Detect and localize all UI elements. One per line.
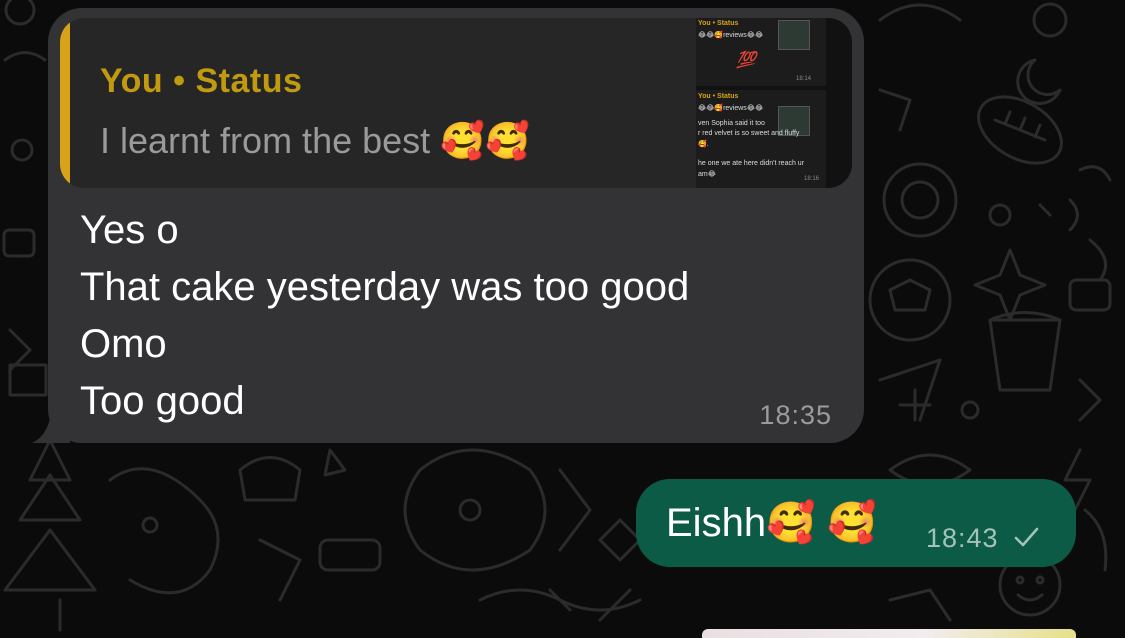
thumbnail-top-panel: You • Status 😂😂🥰reviews😂😂 💯 18:14 — [696, 18, 826, 86]
status-reply-quote[interactable]: You • Status I learnt from the best 🥰🥰 Y… — [60, 18, 852, 188]
outgoing-message-time: 18:43 — [926, 523, 999, 553]
thumbnail-bottom-line: 😂😂🥰reviews😂😂 — [698, 105, 764, 112]
thumbnail-bottom-text-4: he one we ate here didn't reach ur — [698, 160, 805, 167]
outgoing-message-bubble[interactable]: Eishh🥰 🥰 18:43 — [636, 479, 1076, 567]
thumbnail-top-mini-preview — [778, 20, 810, 50]
thumbnail-bottom-time: 18:16 — [804, 176, 820, 182]
thumbnail-top-time: 18:14 — [796, 76, 812, 82]
thumbnail-bottom-title: You • Status — [698, 93, 739, 100]
quote-author: You • Status — [100, 62, 303, 100]
message-line-4: Too good — [80, 379, 245, 423]
message-line-2: That cake yesterday was too good — [80, 265, 690, 309]
quote-text: I learnt from the best 🥰🥰 — [100, 120, 530, 161]
message-line-1: Yes o — [80, 208, 179, 252]
single-check-icon — [1014, 527, 1039, 547]
incoming-message-bubble[interactable]: You • Status I learnt from the best 🥰🥰 Y… — [48, 8, 864, 443]
thumbnail-bottom-text-3: 🥰. — [698, 141, 709, 148]
message-line-3: Omo — [80, 322, 167, 366]
thumbnail-top-title: You • Status — [698, 20, 739, 27]
thumbnail-top-line: 😂😂🥰reviews😂😂 — [698, 32, 764, 39]
hundred-points-icon: 💯 — [736, 52, 756, 69]
status-thumbnail[interactable]: You • Status 😂😂🥰reviews😂😂 💯 18:14 You • … — [696, 18, 852, 188]
thumbnail-bottom-panel: You • Status 😂😂🥰reviews😂😂 ven Sophia sai… — [696, 90, 826, 188]
thumbnail-bottom-text-1: ven Sophia said it too — [698, 120, 765, 127]
thumbnail-bottom-text-2: r red velvet is so sweet and fluffy — [698, 130, 800, 137]
incoming-message-time: 18:35 — [759, 400, 832, 430]
quote-accent-bar — [60, 18, 70, 188]
thumbnail-bottom-text-5: am😂 — [698, 171, 716, 178]
next-photo-message-preview[interactable] — [702, 629, 1076, 638]
outgoing-message-text: Eishh🥰 🥰 — [666, 501, 877, 545]
